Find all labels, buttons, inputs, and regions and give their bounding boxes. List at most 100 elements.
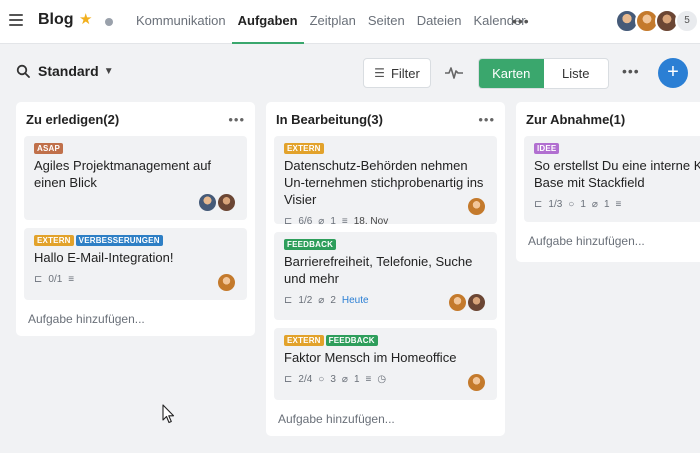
status-dot-icon	[105, 18, 113, 26]
task-card[interactable]: EXTERN FEEDBACK Faktor Mensch im Homeoff…	[274, 328, 497, 400]
tag-extern: EXTERN	[34, 235, 74, 246]
filter-icon: ☰	[374, 66, 385, 80]
subtasks-count: 6/6	[298, 215, 313, 227]
card-title: Hallo E-Mail-Integration!	[34, 250, 174, 265]
tag-feedback: FEEDBACK	[284, 239, 337, 250]
attachment-icon: ⌀	[318, 215, 325, 227]
tag-feedback: FEEDBACK	[325, 335, 378, 346]
column-title: In Bearbeitung(3)	[276, 111, 383, 127]
card-title: Datenschutz-Behörden nehmen Un-ternehmen…	[284, 158, 484, 207]
card-title: Faktor Mensch im Homeoffice	[284, 350, 457, 365]
tag-extern: EXTERN	[284, 143, 324, 154]
description-icon: ≡	[615, 198, 622, 210]
tab-seiten[interactable]: Seiten	[362, 0, 411, 44]
attachment-icon: ⌀	[591, 198, 598, 210]
more-tabs-icon[interactable]: •••	[512, 13, 530, 29]
main-nav: Kommunikation Aufgaben Zeitplan Seiten D…	[130, 0, 532, 44]
subtasks-count: 1/2	[298, 294, 313, 306]
filter-button[interactable]: ☰ Filter	[363, 58, 431, 88]
task-card[interactable]: ASAP Agiles Projektmanagement auf einen …	[24, 136, 247, 220]
subtasks-icon: ⊏	[34, 273, 43, 285]
attachments-count: 1	[353, 373, 360, 385]
column-title: Zur Abnahme(1)	[526, 111, 626, 127]
description-icon: ≡	[341, 215, 348, 227]
attachments-count: 1	[330, 215, 336, 227]
column-zu-erledigen: Zu erledigen(2) ••• ASAP Agiles Projektm…	[16, 102, 255, 336]
avatar	[466, 196, 487, 217]
view-name: Standard	[38, 63, 99, 79]
filter-label: Filter	[390, 65, 420, 81]
avatar	[197, 192, 218, 213]
tag-extern: EXTERN	[284, 335, 324, 346]
avatar	[466, 372, 487, 393]
subtasks-count: 1/3	[548, 198, 563, 210]
menu-icon[interactable]	[9, 14, 23, 26]
member-count-badge: 5	[675, 9, 699, 33]
due-date: Heute	[341, 294, 369, 306]
avatar	[466, 292, 487, 313]
comments-count: 3	[330, 373, 336, 385]
tag-asap: ASAP	[34, 143, 64, 154]
column-more-icon[interactable]: •••	[478, 112, 495, 127]
card-assignees	[466, 196, 487, 217]
task-card[interactable]: FEEDBACK Barrierefreiheit, Telefonie, Su…	[274, 232, 497, 320]
attachment-icon: ⌀	[341, 373, 348, 385]
avatar	[216, 272, 237, 293]
card-assignees	[216, 272, 237, 293]
tag-verbesserungen: VERBESSERUNGEN	[75, 235, 163, 246]
tab-zeitplan[interactable]: Zeitplan	[304, 0, 362, 44]
attachments-count: 1	[603, 198, 610, 210]
comment-icon: ○	[568, 198, 575, 210]
task-card[interactable]: EXTERN VERBESSERUNGEN Hallo E-Mail-Integ…	[24, 228, 247, 300]
view-selector[interactable]: Standard ▼	[16, 63, 114, 79]
task-card[interactable]: EXTERN Datenschutz-Behörden nehmen Un-te…	[274, 136, 497, 227]
description-icon: ≡	[68, 273, 75, 285]
avatar	[216, 192, 237, 213]
card-assignees	[447, 292, 487, 313]
column-title: Zu erledigen(2)	[26, 111, 120, 127]
card-title: Agiles Projektmanagement auf einen Blick	[34, 158, 212, 190]
search-icon	[16, 64, 30, 78]
column-zur-abnahme: Zur Abnahme(1) IDEE So erstellst Du eine…	[516, 102, 700, 262]
more-options-icon[interactable]: •••	[622, 63, 640, 79]
chevron-down-icon: ▼	[103, 65, 114, 77]
description-icon: ≡	[365, 373, 372, 385]
subtasks-count: 2/4	[298, 373, 313, 385]
tab-aufgaben[interactable]: Aufgaben	[231, 0, 304, 44]
card-assignees	[197, 192, 237, 213]
subtasks-icon: ⊏	[284, 294, 293, 306]
add-task-link[interactable]: Aufgabe hinzufügen...	[24, 308, 247, 330]
star-icon[interactable]: ★	[79, 11, 92, 29]
attachments-count: 2	[330, 294, 336, 306]
add-task-button[interactable]: +	[658, 58, 688, 88]
tab-dateien[interactable]: Dateien	[411, 0, 468, 44]
subtasks-icon: ⊏	[284, 373, 293, 385]
view-toggle: Karten Liste	[478, 58, 609, 89]
add-task-link[interactable]: Aufgabe hinzufügen...	[274, 408, 497, 430]
activity-icon[interactable]	[444, 63, 464, 83]
due-date: 18. Nov	[353, 215, 389, 227]
comment-icon: ○	[318, 373, 325, 385]
tag-idee: IDEE	[534, 143, 560, 154]
task-card[interactable]: IDEE So erstellst Du eine interne Kn Bas…	[524, 136, 700, 222]
column-more-icon[interactable]: •••	[228, 112, 245, 127]
timer-icon: ◷	[377, 373, 387, 385]
subtasks-icon: ⊏	[284, 215, 293, 227]
view-list-button[interactable]: Liste	[544, 59, 609, 88]
card-title: Barrierefreiheit, Telefonie, Suche und m…	[284, 254, 473, 286]
top-bar: Blog ★ Kommunikation Aufgaben Zeitplan S…	[0, 0, 700, 44]
view-cards-button[interactable]: Karten	[479, 59, 544, 88]
mouse-pointer-icon	[162, 404, 175, 424]
attachment-icon: ⌀	[318, 294, 325, 306]
column-in-bearbeitung: In Bearbeitung(3) ••• EXTERN Datenschutz…	[266, 102, 505, 436]
comments-count: 1	[580, 198, 586, 210]
card-title: So erstellst Du eine interne Kn Base mit…	[534, 158, 700, 190]
avatar	[447, 292, 468, 313]
subtasks-icon: ⊏	[534, 198, 543, 210]
project-title[interactable]: Blog	[38, 11, 74, 29]
subtasks-count: 0/1	[48, 273, 63, 285]
tab-kommunikation[interactable]: Kommunikation	[130, 0, 232, 44]
member-avatars[interactable]: 5	[615, 9, 699, 33]
card-assignees	[466, 372, 487, 393]
add-task-link[interactable]: Aufgabe hinzufügen...	[524, 230, 700, 252]
